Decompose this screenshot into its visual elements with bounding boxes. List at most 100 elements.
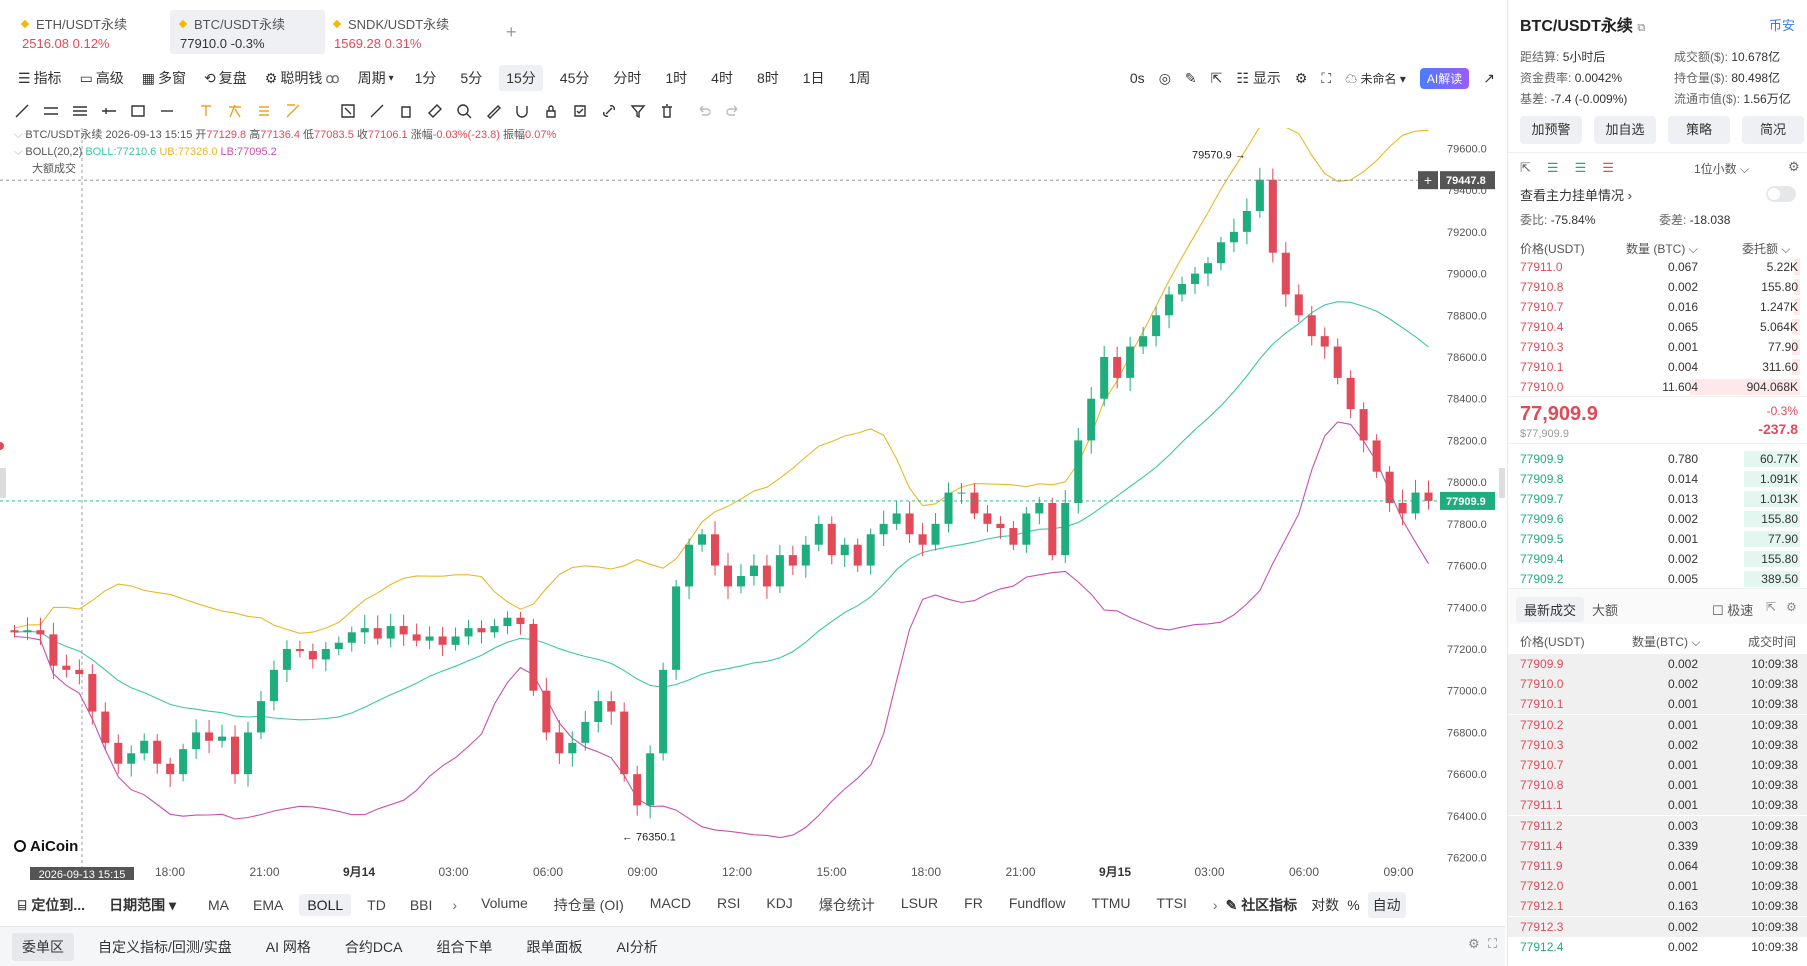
locate-button[interactable]: ⌸ 定位到... [0, 895, 99, 915]
big-icon[interactable] [227, 103, 243, 119]
sub-indicator-3[interactable]: RSI [717, 895, 740, 915]
orderbook-row[interactable]: 77909.6 0.002 155.80 [1508, 509, 1807, 529]
advanced-button[interactable]: ▭ 高级 [80, 68, 124, 88]
period-3[interactable]: 45分 [553, 65, 597, 91]
kline-chart[interactable]: 79600.079400.079200.079000.078800.078600… [0, 128, 1505, 880]
speed-checkbox[interactable]: ☐ 极速 [1712, 600, 1753, 619]
period-8[interactable]: 1日 [796, 65, 832, 91]
community-button[interactable]: ✎ 社区指标 [1226, 895, 1298, 915]
add-watchlist-button[interactable]: 加自选 [1594, 116, 1656, 144]
tab-big-trades[interactable]: 大额 [1592, 600, 1618, 619]
indicator-bbi[interactable]: BBI [402, 894, 441, 916]
channel-tool-icon[interactable] [72, 103, 88, 119]
footer-tab-4[interactable]: 组合下单 [426, 933, 502, 961]
sub-indicator-8[interactable]: Fundflow [1009, 895, 1066, 915]
brush-tool-icon[interactable] [369, 103, 385, 119]
copy-icon[interactable]: ⧉ [1637, 22, 1645, 34]
orderbook-row[interactable]: 77910.0 11.604 904.068K [1508, 377, 1807, 397]
smart-money-button[interactable]: ⚙ 聪明钱 ꝏ [265, 68, 340, 88]
orderbook-row[interactable]: 77909.7 0.013 1.013K [1508, 489, 1807, 509]
orderbook-row[interactable]: 77910.1 0.004 311.60 [1508, 357, 1807, 377]
period-2[interactable]: 15分 [499, 65, 543, 91]
line-tool-icon[interactable] [14, 103, 30, 119]
collapse-icon[interactable]: ⌵ [14, 129, 22, 141]
sub-indicator-6[interactable]: LSUR [901, 895, 938, 915]
main-icon[interactable] [198, 103, 214, 119]
exchange-link[interactable]: 币安 [1769, 15, 1795, 34]
footer-tab-3[interactable]: 合约DCA [335, 933, 413, 961]
period-7[interactable]: 8时 [750, 65, 786, 91]
display-button[interactable]: ☷ 显示 [1236, 68, 1280, 88]
tab-sndk[interactable]: SNDK/USDT永续 1569.28 0.31% [324, 10, 494, 54]
orderbook-row[interactable]: 77910.3 0.001 77.90 [1508, 337, 1807, 357]
indicator-td[interactable]: TD [359, 894, 394, 916]
right-drag-handle[interactable] [1499, 468, 1505, 498]
tab-eth[interactable]: ETH/USDT永续 2516.08 0.12% [12, 10, 162, 54]
lock-tool-icon[interactable] [543, 103, 559, 119]
orderbook-row[interactable]: 77910.7 0.016 1.247K [1508, 297, 1807, 317]
settings-icon[interactable]: ⚙ [1786, 600, 1797, 614]
orderbook-row[interactable]: 77911.0 0.067 5.22K [1508, 257, 1807, 277]
trash-tool-icon[interactable] [659, 103, 675, 119]
date-range-dropdown[interactable]: 日期范围 ▾ [99, 895, 200, 915]
trade-qty-header[interactable]: 数量(BTC) ⌵ [1632, 633, 1700, 650]
period-dropdown[interactable]: 周期 ▾ [358, 68, 394, 88]
indicator-ema[interactable]: EMA [245, 894, 291, 916]
dots-tool-icon[interactable] [159, 103, 175, 119]
fib-tool-icon[interactable] [340, 103, 356, 119]
orderbook-row[interactable]: 77909.5 0.001 77.90 [1508, 529, 1807, 549]
indicator-boll[interactable]: BOLL [299, 894, 352, 916]
export-icon[interactable]: ⇱ [1211, 70, 1223, 87]
left-drag-handle[interactable] [0, 468, 6, 498]
orderbook-row[interactable]: 77910.8 0.002 155.80 [1508, 277, 1807, 297]
chip-icon[interactable] [256, 103, 272, 119]
period-6[interactable]: 4时 [704, 65, 740, 91]
sub-indicator-7[interactable]: FR [964, 895, 983, 915]
camera-icon[interactable]: ◎ [1159, 70, 1171, 87]
orderbook-row[interactable]: 77909.2 0.005 389.50 [1508, 569, 1807, 589]
footer-tab-1[interactable]: 自定义指标/回测/实盘 [88, 933, 242, 961]
percent-toggle[interactable]: % [1347, 897, 1359, 913]
magnet-tool-icon[interactable] [514, 103, 530, 119]
orderbook-row[interactable]: 77909.8 0.014 1.091K [1508, 469, 1807, 489]
log-toggle[interactable]: 对数 [1311, 895, 1339, 915]
overview-button[interactable]: 简况 [1742, 116, 1804, 144]
share-icon[interactable]: ↗ [1483, 70, 1495, 87]
book-both-icon[interactable]: ☰ [1547, 160, 1559, 176]
check-tool-icon[interactable] [572, 103, 588, 119]
tab-latest-trades[interactable]: 最新成交 [1516, 597, 1585, 622]
layout-dropdown[interactable]: ☁ 未命名 ▾ [1345, 70, 1406, 87]
add-alert-button[interactable]: 加预警 [1520, 116, 1582, 144]
hline-tool-icon[interactable] [43, 103, 59, 119]
footer-tab-0[interactable]: 委单区 [12, 932, 74, 961]
external-icon[interactable]: ⇱ [1520, 160, 1531, 176]
copy-tool-icon[interactable] [398, 103, 414, 119]
period-9[interactable]: 1周 [842, 65, 878, 91]
ai-analysis-button[interactable]: AI解读 [1419, 67, 1470, 89]
filter-tool-icon[interactable] [630, 103, 646, 119]
expand-icon[interactable]: ⛶ [1488, 936, 1497, 952]
rect-tool-icon[interactable] [130, 103, 146, 119]
zoom-tool-icon[interactable] [456, 103, 472, 119]
settings-icon[interactable]: ⚙ [1788, 159, 1800, 175]
sub-indicator-1[interactable]: 持仓量 (OI) [554, 895, 624, 915]
period-5[interactable]: 1时 [658, 65, 694, 91]
sub-indicator-2[interactable]: MACD [650, 895, 691, 915]
book-asks-icon[interactable]: ☰ [1602, 160, 1614, 176]
orderbook-row[interactable]: 77909.4 0.002 155.80 [1508, 549, 1807, 569]
footer-tab-6[interactable]: AI分析 [606, 933, 667, 961]
orderbook-row[interactable]: 77910.4 0.065 5.064K [1508, 317, 1807, 337]
sub-indicator-5[interactable]: 爆仓统计 [819, 895, 875, 915]
link-tool-icon[interactable] [601, 103, 617, 119]
redo-icon[interactable] [725, 103, 741, 119]
period-4[interactable]: 分时 [606, 65, 648, 91]
main-orders-toggle[interactable] [1766, 186, 1796, 202]
strategy-button[interactable]: 策略 [1668, 116, 1730, 144]
period-1[interactable]: 5分 [453, 65, 489, 91]
footer-tab-2[interactable]: AI 网格 [256, 933, 321, 961]
settings-icon[interactable]: ⚙ [1468, 936, 1480, 952]
indicator-ma[interactable]: MA [200, 894, 237, 916]
auto-toggle[interactable]: 自动 [1367, 892, 1406, 918]
add-tab-button[interactable]: + [506, 22, 517, 43]
pen-icon[interactable]: ✎ [1185, 70, 1197, 87]
